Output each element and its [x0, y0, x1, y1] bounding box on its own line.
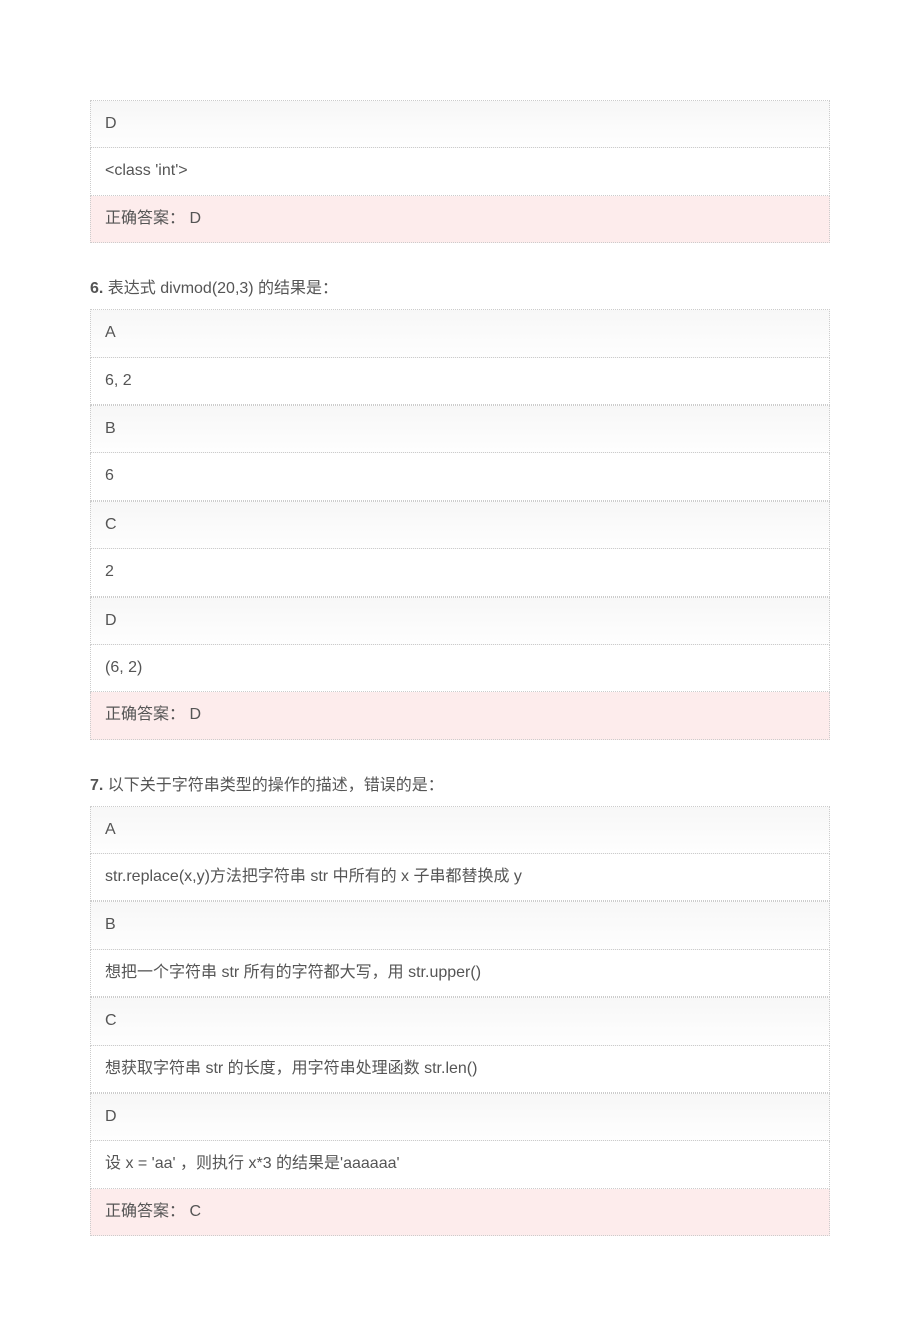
q5-option-d-label: D — [90, 100, 830, 148]
q6-question-text: 表达式 divmod(20,3) 的结果是： — [103, 280, 338, 297]
question-7-block: A str.replace(x,y)方法把字符串 str 中所有的 x 子串都替… — [90, 806, 830, 1237]
q5-answer-value: D — [189, 210, 201, 227]
q7-answer-label: 正确答案： — [105, 1203, 185, 1220]
q7-number: 7. — [90, 777, 103, 794]
q5-option-d-text: <class 'int'> — [90, 148, 830, 195]
q7-option-b-label: B — [90, 901, 830, 949]
q6-option-a-text: 6, 2 — [90, 358, 830, 405]
q7-answer-value: C — [189, 1203, 201, 1220]
q6-heading: 6. 表达式 divmod(20,3) 的结果是： — [90, 277, 830, 301]
q5-answer-label: 正确答案： — [105, 210, 185, 227]
q6-answer-value: D — [189, 706, 201, 723]
q6-number: 6. — [90, 280, 103, 297]
q6-option-c-text: 2 — [90, 549, 830, 596]
q5-answer: 正确答案： D — [90, 196, 830, 243]
q7-option-d-label: D — [90, 1093, 830, 1141]
q7-option-a-label: A — [90, 806, 830, 854]
q7-option-c-text: 想获取字符串 str 的长度，用字符串处理函数 str.len() — [90, 1046, 830, 1093]
q6-option-a-label: A — [90, 309, 830, 357]
page-container: D <class 'int'> 正确答案： D 6. 表达式 divmod(20… — [0, 0, 920, 1336]
q6-option-d-text: (6, 2) — [90, 645, 830, 692]
question-6-block: A 6, 2 B 6 C 2 D (6, 2) 正确答案： D — [90, 309, 830, 740]
q7-option-c-label: C — [90, 997, 830, 1045]
q6-option-c-label: C — [90, 501, 830, 549]
q6-option-d-label: D — [90, 597, 830, 645]
q7-answer: 正确答案： C — [90, 1189, 830, 1236]
q6-answer-label: 正确答案： — [105, 706, 185, 723]
question-5-block: D <class 'int'> 正确答案： D — [90, 100, 830, 243]
q7-option-d-text: 设 x = 'aa' ，则执行 x*3 的结果是'aaaaaa' — [90, 1141, 830, 1188]
q6-answer: 正确答案： D — [90, 692, 830, 739]
q7-heading: 7. 以下关于字符串类型的操作的描述，错误的是： — [90, 774, 830, 798]
q7-option-b-text: 想把一个字符串 str 所有的字符都大写，用 str.upper() — [90, 950, 830, 997]
q6-option-b-label: B — [90, 405, 830, 453]
q7-question-text: 以下关于字符串类型的操作的描述，错误的是： — [103, 777, 443, 794]
q6-option-b-text: 6 — [90, 453, 830, 500]
q7-option-a-text: str.replace(x,y)方法把字符串 str 中所有的 x 子串都替换成… — [90, 854, 830, 901]
